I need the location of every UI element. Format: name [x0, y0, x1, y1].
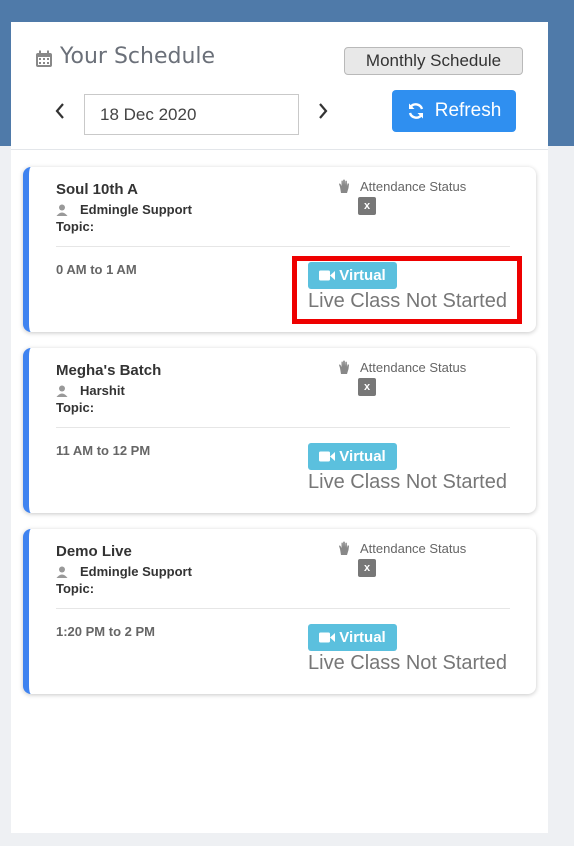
page-title: Your Schedule: [60, 44, 216, 69]
teacher-name: Edmingle Support: [80, 564, 192, 579]
next-date-button[interactable]: [311, 96, 335, 126]
video-camera-icon: [319, 632, 336, 643]
topic-label: Topic:: [56, 400, 95, 415]
batch-name: Megha's Batch: [56, 362, 162, 379]
teacher-row: Edmingle Support: [56, 564, 192, 579]
monthly-schedule-button[interactable]: Monthly Schedule: [344, 47, 523, 75]
topic-label: Topic:: [56, 219, 95, 234]
virtual-badge[interactable]: Virtual: [308, 443, 397, 470]
hand-icon: [339, 179, 349, 193]
header-divider: [11, 149, 548, 150]
attendance-status: Attendance Status: [338, 360, 466, 375]
title-row: Your Schedule: [35, 44, 215, 69]
teacher-row: Edmingle Support: [56, 202, 192, 217]
chevron-right-icon: [319, 103, 328, 119]
live-class-status: Live Class Not Started: [308, 652, 507, 674]
attendance-status: Attendance Status: [338, 541, 466, 556]
attendance-value-badge: x: [358, 378, 376, 396]
chevron-left-icon: [55, 103, 64, 119]
teacher-name: Harshit: [80, 383, 125, 398]
attendance-label: Attendance Status: [360, 541, 467, 556]
card-divider: [56, 608, 510, 609]
teacher-row: Harshit: [56, 383, 125, 398]
hand-icon: [339, 541, 349, 555]
live-class-status: Live Class Not Started: [308, 471, 507, 493]
virtual-label: Virtual: [339, 448, 386, 465]
batch-name: Demo Live: [56, 543, 132, 560]
class-time: 0 AM to 1 AM: [56, 262, 137, 277]
hand-icon: [339, 360, 349, 374]
refresh-icon: [408, 103, 423, 119]
attendance-value-badge: x: [358, 559, 376, 577]
video-camera-icon: [319, 451, 336, 462]
schedule-panel: Your Schedule Monthly Schedule Refresh S…: [11, 22, 548, 833]
refresh-label: Refresh: [434, 100, 502, 121]
virtual-label: Virtual: [339, 629, 386, 646]
card-divider: [56, 427, 510, 428]
user-icon: [56, 385, 68, 397]
class-time: 11 AM to 12 PM: [56, 443, 151, 458]
user-icon: [56, 566, 68, 578]
class-time: 1:20 PM to 2 PM: [56, 624, 155, 639]
live-class-status: Live Class Not Started: [308, 290, 507, 312]
calendar-icon: [36, 50, 52, 67]
batch-name: Soul 10th A: [56, 181, 138, 198]
attendance-value-badge: x: [358, 197, 376, 215]
topic-label: Topic:: [56, 581, 95, 596]
date-input[interactable]: [84, 94, 299, 135]
refresh-button[interactable]: Refresh: [392, 90, 516, 132]
teacher-name: Edmingle Support: [80, 202, 192, 217]
virtual-badge[interactable]: Virtual: [308, 262, 397, 289]
schedule-card[interactable]: Soul 10th A Edmingle Support Topic: Atte…: [23, 167, 536, 332]
schedule-card[interactable]: Demo Live Edmingle Support Topic: Attend…: [23, 529, 536, 694]
video-camera-icon: [319, 270, 336, 281]
user-icon: [56, 204, 68, 216]
virtual-label: Virtual: [339, 267, 386, 284]
virtual-badge[interactable]: Virtual: [308, 624, 397, 651]
previous-date-button[interactable]: [48, 96, 72, 126]
attendance-label: Attendance Status: [360, 179, 467, 194]
attendance-status: Attendance Status: [338, 179, 466, 194]
attendance-label: Attendance Status: [360, 360, 467, 375]
schedule-card[interactable]: Megha's Batch Harshit Topic: Attendance …: [23, 348, 536, 513]
card-divider: [56, 246, 510, 247]
